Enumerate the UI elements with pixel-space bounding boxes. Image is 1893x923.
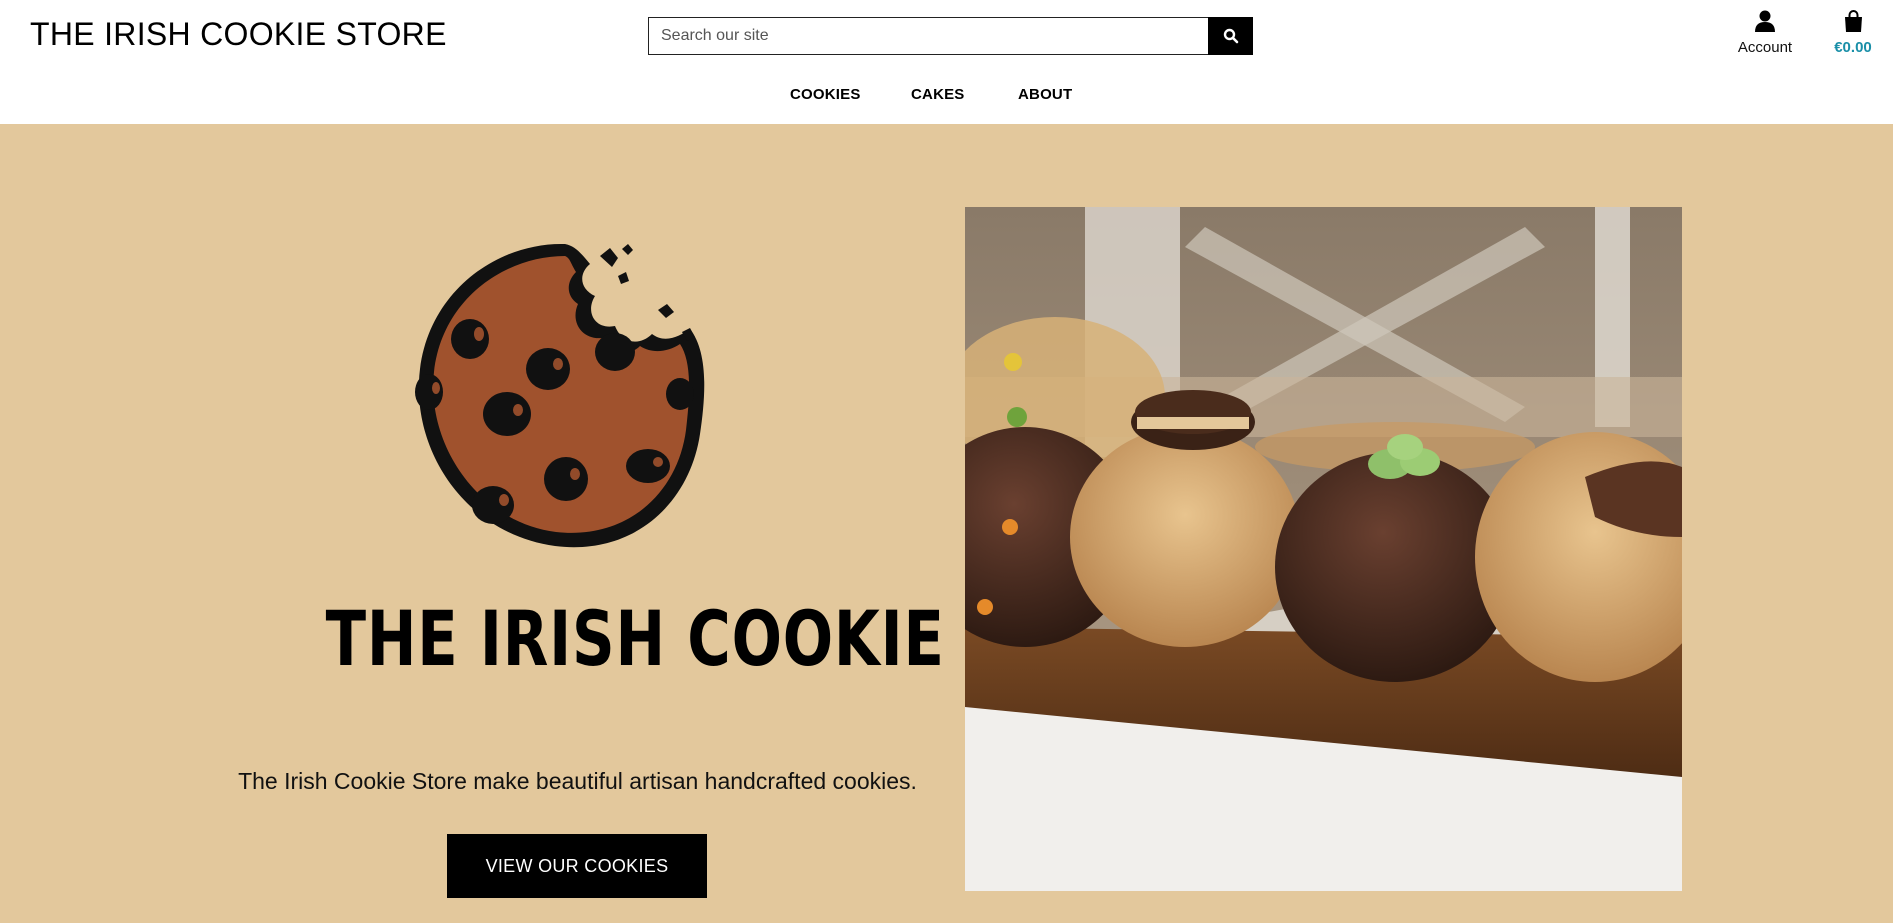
account-link[interactable]: Account xyxy=(1735,10,1795,56)
search-button[interactable] xyxy=(1208,17,1253,55)
nav-item-cakes[interactable]: CAKES xyxy=(911,86,965,103)
search-icon xyxy=(1223,28,1238,44)
cookies-photo xyxy=(965,207,1682,891)
search-input[interactable] xyxy=(648,17,1208,55)
bag-total: €0.00 xyxy=(1834,39,1872,56)
hero-section: THE IRISH COOKIE STORE The Irish Cookie … xyxy=(0,124,1893,923)
brand-link[interactable]: THE IRISH COOKIE STORE xyxy=(30,16,447,53)
nav-item-about[interactable]: ABOUT xyxy=(1018,86,1072,103)
site-header: THE IRISH COOKIE STORE Account €0.00 COO… xyxy=(0,0,1893,124)
hero-tagline: The Irish Cookie Store make beautiful ar… xyxy=(238,768,917,794)
shopping-bag-link[interactable]: €0.00 xyxy=(1828,10,1878,56)
user-icon xyxy=(1755,10,1775,32)
cookie-logo xyxy=(415,243,705,548)
account-label: Account xyxy=(1737,39,1793,56)
view-cookies-button[interactable]: VIEW OUR COOKIES xyxy=(447,834,707,898)
logo-wordmark: THE IRISH COOKIE STORE xyxy=(325,594,1190,683)
shopping-bag-icon xyxy=(1844,10,1862,32)
nav-item-cookies[interactable]: COOKIES xyxy=(790,86,861,103)
main-nav: COOKIES CAKES ABOUT xyxy=(0,86,1893,106)
search-form xyxy=(648,17,1253,55)
